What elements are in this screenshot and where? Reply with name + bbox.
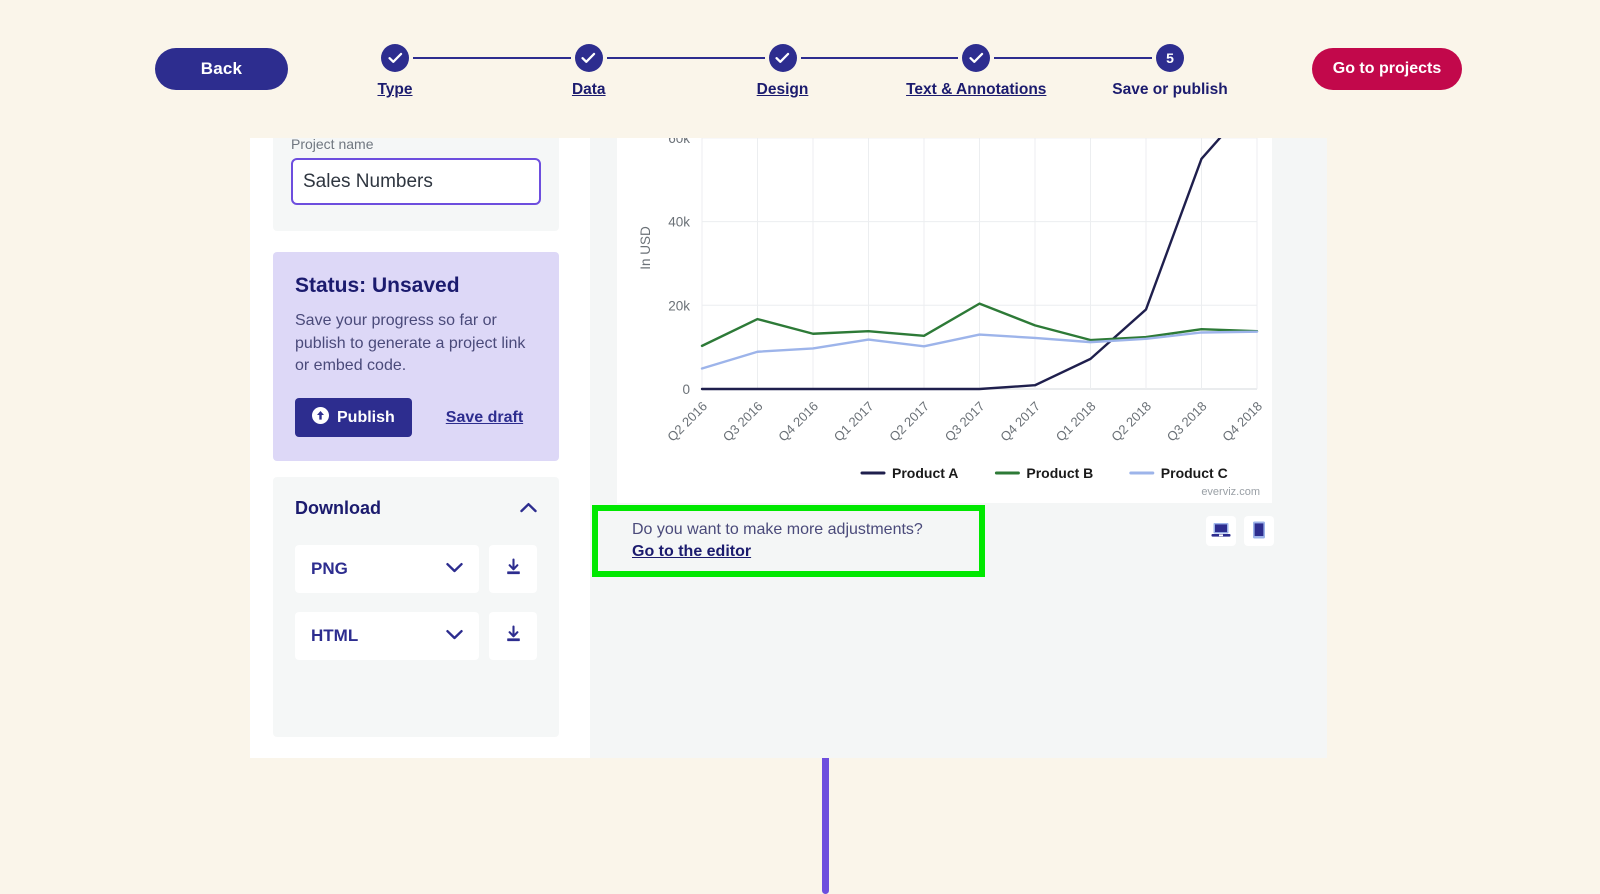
stepper-step-type[interactable]: Type: [315, 44, 475, 99]
chevron-up-icon[interactable]: [520, 500, 537, 518]
top-bar: Back Go to projects Type Data Design Text &…: [0, 0, 1600, 138]
go-to-editor-link[interactable]: Go to the editor: [632, 543, 751, 560]
chart-preview-card: 0 20k 40k 60k In USD Q2 2016 Q3 2016 Q4 2016 Q1 …: [617, 138, 1272, 503]
download-row: HTML: [295, 612, 537, 661]
y-axis-title: In USD: [638, 226, 653, 270]
mobile-preview-button[interactable]: [1244, 516, 1274, 546]
download-title: Download: [295, 498, 381, 519]
download-row: PNG: [295, 545, 537, 594]
y-tick-label: 20k: [668, 298, 690, 313]
step-number-badge[interactable]: 5: [1156, 44, 1184, 72]
check-icon[interactable]: [962, 44, 991, 72]
check-icon[interactable]: [574, 44, 603, 72]
project-name-label: Project name: [291, 138, 374, 152]
stepper-step-design[interactable]: Design: [703, 44, 863, 99]
legend-label[interactable]: Product A: [892, 465, 958, 481]
y-tick-label: 60k: [668, 138, 690, 146]
sidebar-panel: Project name Status: Unsaved Save your p…: [250, 138, 575, 758]
chart-background: [617, 138, 1272, 503]
check-icon[interactable]: [381, 44, 409, 72]
editor-prompt-text: Do you want to make more adjustments?: [632, 521, 923, 538]
preview-panel: 0 20k 40k 60k In USD Q2 2016 Q3 2016 Q4 2016 Q1 …: [590, 138, 1327, 758]
main-content-card: Project name Status: Unsaved Save your p…: [250, 138, 1327, 894]
publish-button-label: Publish: [337, 408, 395, 426]
stepper-label[interactable]: Text & Annotations: [896, 81, 1056, 99]
device-preview-toggles: [1206, 516, 1274, 546]
stepper-step-data[interactable]: Data: [509, 44, 669, 99]
wizard-stepper: Type Data Design Text & Annotations 5 Save or…: [377, 44, 1228, 114]
download-format-label: PNG: [311, 559, 348, 579]
status-title: Status: Unsaved: [295, 274, 460, 297]
stepper-label: Save or publish: [1112, 81, 1228, 98]
stepper-label[interactable]: Type: [315, 81, 475, 99]
status-card: Status: Unsaved Save your progress so fa…: [273, 252, 559, 462]
chevron-down-icon: [446, 627, 463, 645]
desktop-preview-button[interactable]: [1206, 516, 1236, 546]
stepper-step-save-or-publish[interactable]: 5 Save or publish: [1090, 44, 1250, 99]
line-chart: 020k40k60kIn USDQ2 2016 Q3 2016 Q4 2016 Q1 …: [617, 138, 1272, 503]
legend-label[interactable]: Product B: [1026, 465, 1093, 481]
mobile-icon: [1252, 521, 1266, 542]
status-description: Save your progress so far or publish to …: [295, 312, 526, 375]
download-section-header[interactable]: Download: [295, 498, 537, 519]
back-button[interactable]: Back: [155, 48, 288, 90]
chevron-down-icon: [446, 560, 463, 578]
download-format-select-html[interactable]: HTML: [295, 612, 479, 661]
project-name-input[interactable]: [291, 158, 541, 205]
y-tick-label: 0: [682, 382, 690, 397]
status-actions: Publish Save draft: [295, 398, 537, 438]
download-card: Download PNG HTML: [273, 477, 559, 738]
step-number: 5: [1166, 50, 1174, 66]
editor-prompt-highlight: Do you want to make more adjustments? Go…: [592, 505, 985, 577]
save-draft-link[interactable]: Save draft: [446, 409, 523, 427]
stepper-step-text-annotations[interactable]: Text & Annotations: [896, 44, 1056, 99]
stepper-label[interactable]: Design: [703, 81, 863, 99]
download-icon: [504, 558, 523, 580]
go-to-projects-button[interactable]: Go to projects: [1312, 48, 1462, 90]
download-icon: [504, 625, 523, 647]
download-format-label: HTML: [311, 626, 359, 646]
desktop-icon: [1211, 522, 1231, 541]
legend-label[interactable]: Product C: [1161, 465, 1228, 481]
project-name-card: Project name: [273, 138, 559, 231]
chart-watermark: everviz.com: [1201, 486, 1260, 498]
y-tick-label: 40k: [668, 215, 690, 230]
publish-upload-icon: [312, 406, 329, 429]
stepper-label[interactable]: Data: [509, 81, 669, 99]
download-button-html[interactable]: [489, 612, 537, 661]
download-button-png[interactable]: [489, 545, 537, 594]
publish-button[interactable]: Publish: [295, 398, 412, 438]
check-icon[interactable]: [768, 44, 797, 72]
download-format-select-png[interactable]: PNG: [295, 545, 479, 594]
